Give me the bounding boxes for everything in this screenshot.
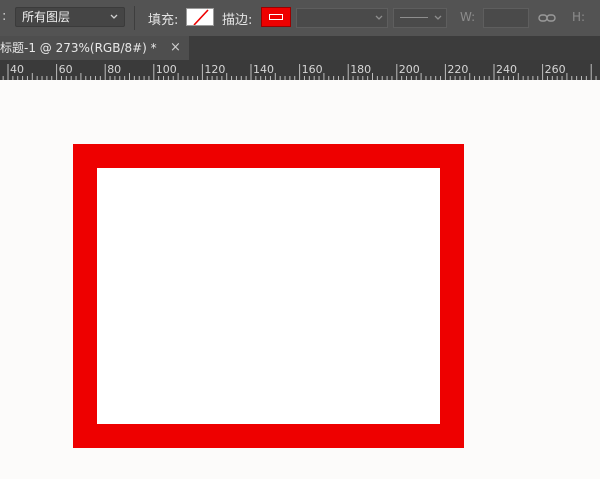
fill-label: 填充: — [148, 13, 179, 28]
ruler-label: 260 — [545, 63, 566, 76]
ruler-label: 240 — [496, 63, 517, 76]
ruler-ticks: 40 60 80 100 120 140 160 180 200 220 240 260 — [2, 63, 597, 80]
ruler-label: 160 — [302, 63, 323, 76]
ruler-label: 220 — [447, 63, 468, 76]
chevron-down-icon — [434, 15, 442, 20]
chevron-down-icon — [110, 14, 118, 19]
stroke-line-preview — [400, 17, 428, 18]
divider — [134, 6, 135, 30]
rectangle-shape[interactable] — [73, 144, 464, 448]
close-icon[interactable]: × — [170, 36, 181, 60]
document-tab-title: 未标题-1 @ 273%(RGB/8#) * — [0, 41, 157, 55]
link-icon[interactable] — [538, 11, 556, 25]
document-canvas[interactable] — [0, 80, 600, 479]
document-tab-bar: 未标题-1 @ 273%(RGB/8#) * × — [0, 36, 600, 60]
ruler-label: 120 — [204, 63, 225, 76]
stroke-style-dropdown[interactable] — [393, 8, 447, 28]
document-tab[interactable]: 未标题-1 @ 273%(RGB/8#) * × — [0, 36, 189, 60]
stroke-color-swatch[interactable] — [261, 7, 291, 27]
ruler-label: 180 — [350, 63, 371, 76]
options-bar: : 所有图层 填充: 描边: W: H: — [0, 0, 600, 36]
fill-swatch-none[interactable] — [186, 8, 214, 26]
stroke-width-field[interactable] — [296, 8, 388, 28]
no-fill-icon — [193, 9, 209, 25]
ruler-label: 80 — [107, 63, 121, 76]
stroke-type-icon — [269, 14, 283, 20]
height-label: H: — [572, 10, 586, 24]
ruler-label: 60 — [59, 63, 73, 76]
chevron-down-icon — [375, 15, 383, 20]
horizontal-ruler[interactable]: 40 60 80 100 120 140 160 180 200 220 240 260 — [0, 60, 600, 80]
stroke-label: 描边: — [222, 13, 253, 28]
layer-select-value: 所有图层 — [22, 10, 71, 24]
ruler-label: 200 — [399, 63, 420, 76]
ruler-label: 100 — [156, 63, 177, 76]
width-label: W: — [460, 10, 476, 24]
options-prefix: : — [2, 9, 7, 24]
layer-select-dropdown[interactable]: 所有图层 — [15, 7, 125, 27]
width-input[interactable] — [483, 8, 529, 28]
ruler-label: 140 — [253, 63, 274, 76]
ruler-label: 40 — [10, 63, 24, 76]
